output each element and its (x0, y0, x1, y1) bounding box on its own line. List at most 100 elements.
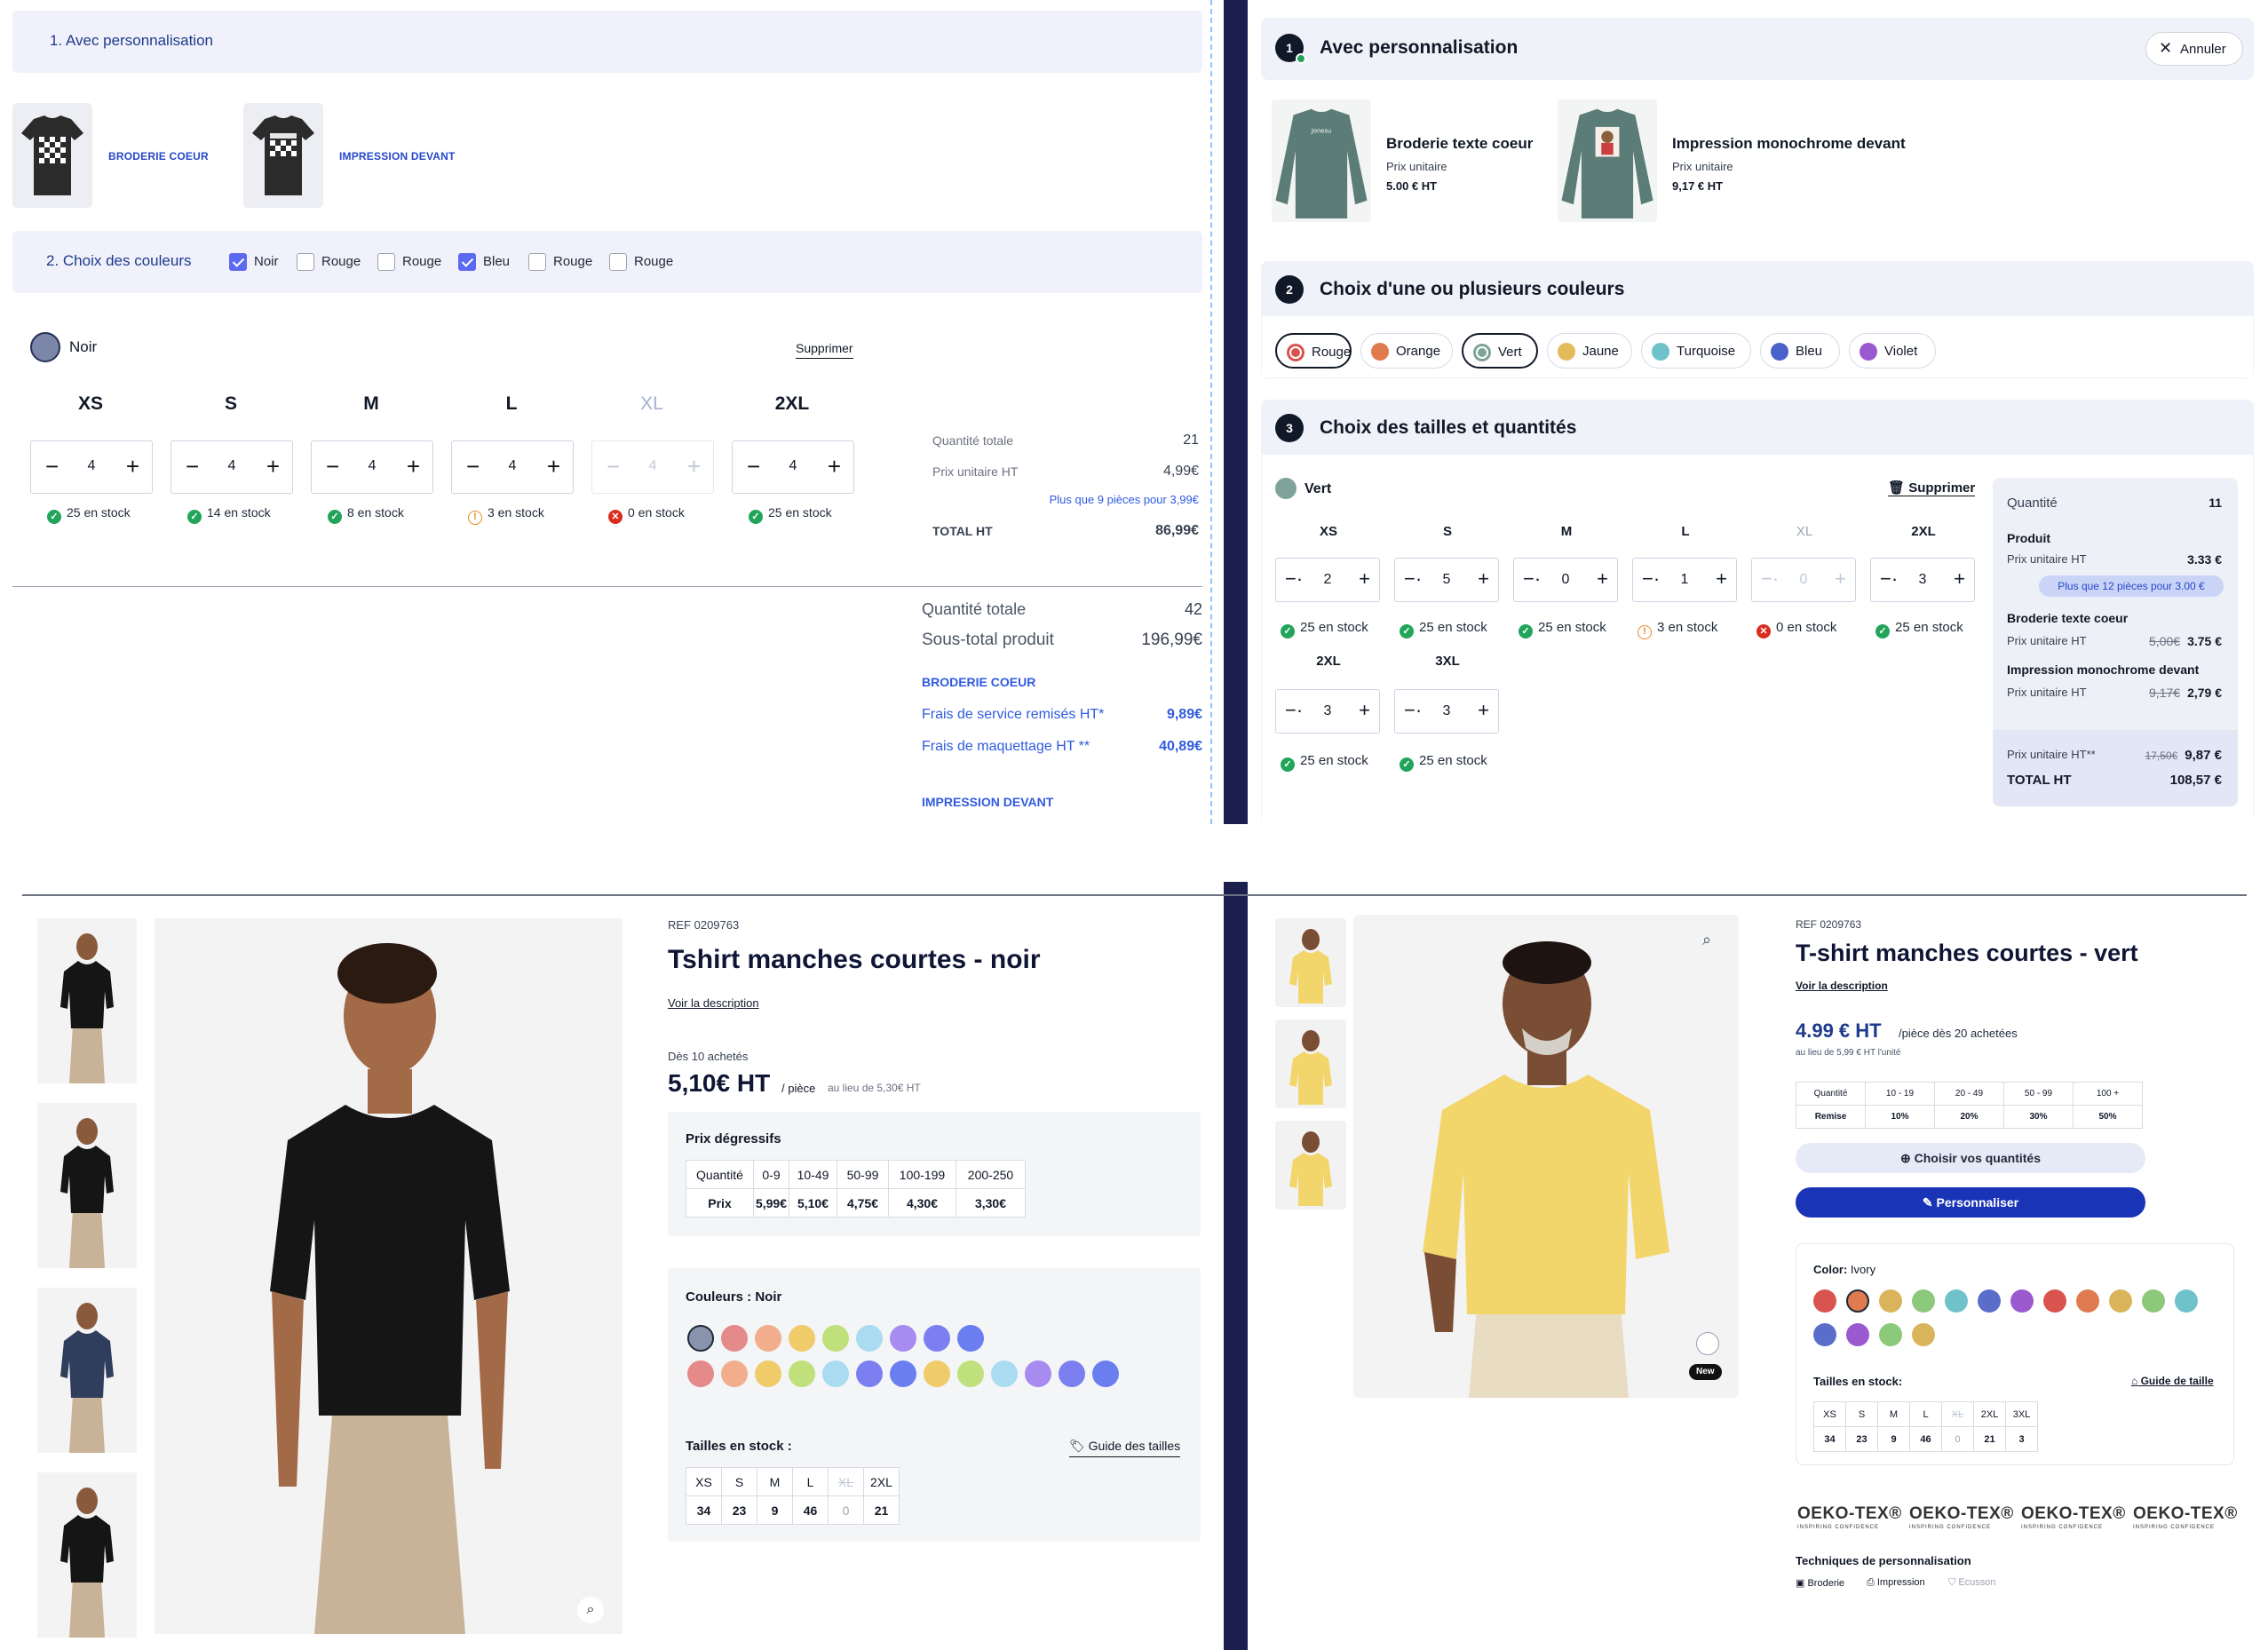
tile-broderie-coeur[interactable] (12, 103, 92, 208)
plus-button[interactable]: + (828, 453, 841, 480)
color-swatch[interactable] (890, 1325, 916, 1352)
checkbox-rouge[interactable] (528, 253, 546, 271)
thumbnail-1[interactable] (37, 918, 137, 1083)
color-swatch[interactable] (687, 1325, 714, 1352)
size-guide-link[interactable]: 🏷 Guide des tailles (1069, 1439, 1181, 1457)
color-swatch[interactable] (721, 1360, 748, 1387)
color-swatch[interactable] (789, 1360, 815, 1387)
quantity-stepper[interactable]: −4 + (732, 440, 854, 494)
description-link[interactable]: Voir la description (1796, 980, 1888, 992)
plus-button[interactable]: + (407, 453, 420, 480)
color-swatch[interactable] (755, 1360, 781, 1387)
quantity-stepper[interactable]: −· 3 + (1275, 689, 1380, 734)
plus-button[interactable]: + (126, 453, 139, 480)
quantity-stepper[interactable]: −· 2 + (1275, 558, 1380, 602)
quantity-stepper[interactable]: −· 5 + (1394, 558, 1499, 602)
quantity-stepper[interactable]: −· 1 + (1632, 558, 1737, 602)
zoom-icon[interactable]: ⌕ (1694, 931, 1719, 956)
personalize-button[interactable]: ✎ Personnaliser (1796, 1187, 2145, 1218)
quantity-stepper[interactable]: −4 + (311, 440, 433, 494)
quantity-stepper[interactable]: −· 0 + (1513, 558, 1618, 602)
color-chip-vert[interactable]: Vert (1462, 333, 1538, 369)
plus-button[interactable]: + (1478, 699, 1489, 722)
color-swatch[interactable] (1813, 1289, 1836, 1313)
plus-button[interactable]: + (1359, 567, 1370, 591)
description-link[interactable]: Voir la description (668, 996, 759, 1010)
color-swatch[interactable] (789, 1325, 815, 1352)
color-swatch[interactable] (1879, 1289, 1902, 1313)
color-swatch[interactable] (991, 1360, 1018, 1387)
color-swatch[interactable] (1945, 1289, 1968, 1313)
checkbox-noir[interactable] (229, 253, 247, 271)
color-swatch[interactable] (856, 1325, 883, 1352)
thumbnail-2[interactable] (1275, 1019, 1346, 1108)
remove-color-button[interactable]: Supprimer (796, 341, 853, 359)
color-swatch[interactable] (2175, 1289, 2198, 1313)
color-chip-rouge[interactable]: Rouge (1275, 333, 1352, 369)
plus-button[interactable]: + (547, 453, 560, 480)
plus-button[interactable]: + (1716, 567, 1727, 591)
color-swatch[interactable] (1813, 1323, 1836, 1346)
color-swatch[interactable] (822, 1360, 849, 1387)
checkbox-rouge[interactable] (297, 253, 314, 271)
thumbnail-1[interactable] (1275, 918, 1346, 1007)
color-chip-violet[interactable]: Violet (1849, 333, 1936, 369)
color-swatch[interactable] (2010, 1289, 2034, 1313)
color-swatch[interactable] (2109, 1289, 2132, 1313)
plus-button[interactable]: + (1359, 699, 1370, 722)
color-chip-jaune[interactable]: Jaune (1547, 333, 1632, 369)
color-swatch[interactable] (924, 1360, 950, 1387)
checkbox-bleu[interactable] (458, 253, 476, 271)
color-swatch[interactable] (1059, 1360, 1085, 1387)
color-swatch[interactable] (1879, 1323, 1902, 1346)
color-swatch[interactable] (721, 1325, 748, 1352)
quantity-stepper[interactable]: −4 + (170, 440, 293, 494)
color-swatch[interactable] (1025, 1360, 1051, 1387)
color-swatch[interactable] (687, 1360, 714, 1387)
color-swatch[interactable] (1912, 1289, 1935, 1313)
size-guide-label: Guide des tailles (1088, 1439, 1181, 1453)
size-guide-link[interactable]: ⌂ Guide de taille (2131, 1375, 2214, 1387)
color-swatch[interactable] (957, 1325, 984, 1352)
plus-button[interactable]: + (1954, 567, 1965, 591)
color-swatch[interactable] (1092, 1360, 1119, 1387)
color-swatch[interactable] (856, 1360, 883, 1387)
color-swatch[interactable] (890, 1360, 916, 1387)
thumbnail-3[interactable] (1275, 1121, 1346, 1210)
thumbnail-2[interactable] (37, 1103, 137, 1268)
color-swatch[interactable] (957, 1360, 984, 1387)
tile-label-broderie[interactable]: BRODERIE COEUR (108, 150, 209, 163)
thumbnail-3[interactable] (37, 1288, 137, 1453)
color-swatch[interactable] (1912, 1323, 1935, 1346)
color-swatch[interactable] (2142, 1289, 2165, 1313)
checkbox-rouge[interactable] (377, 253, 395, 271)
quantity-stepper[interactable]: −· 3 + (1870, 558, 1975, 602)
plus-button[interactable]: + (266, 453, 280, 480)
color-chip-turquoise[interactable]: Turquoise (1641, 333, 1751, 369)
tile-impression-devant[interactable] (243, 103, 323, 208)
choose-quantity-button[interactable]: ⊕ Choisir vos quantités (1796, 1143, 2145, 1173)
promo-tier-link[interactable]: Plus que 9 pièces pour 3,99€ (1021, 493, 1199, 506)
plus-button[interactable]: + (1478, 567, 1489, 591)
color-chip-orange[interactable]: Orange (1360, 333, 1453, 369)
plus-button[interactable]: + (1597, 567, 1608, 591)
color-swatch[interactable] (2043, 1289, 2066, 1313)
checkbox-rouge[interactable] (609, 253, 627, 271)
color-swatch[interactable] (1846, 1289, 1869, 1313)
color-swatch[interactable] (1846, 1323, 1869, 1346)
thumbnail-4[interactable] (37, 1472, 137, 1638)
color-swatch[interactable] (2076, 1289, 2099, 1313)
color-swatch[interactable] (822, 1325, 849, 1352)
tile-label-impression[interactable]: IMPRESSION DEVANT (339, 150, 456, 163)
quantity-stepper[interactable]: −4 + (30, 440, 153, 494)
cancel-button[interactable]: ✕ Annuler (2145, 32, 2243, 66)
remove-color-button[interactable]: 🗑 Supprimer (1888, 480, 1976, 496)
zoom-icon[interactable]: ⌕ (577, 1597, 604, 1623)
quantity-stepper[interactable]: −4 + (451, 440, 574, 494)
color-swatch[interactable] (1978, 1289, 2001, 1313)
color-chip-bleu[interactable]: Bleu (1760, 333, 1840, 369)
promo-badge[interactable]: Plus que 12 pièces pour 3.00 € (2039, 575, 2224, 597)
quantity-stepper[interactable]: −· 3 + (1394, 689, 1499, 734)
color-swatch[interactable] (924, 1325, 950, 1352)
color-swatch[interactable] (755, 1325, 781, 1352)
